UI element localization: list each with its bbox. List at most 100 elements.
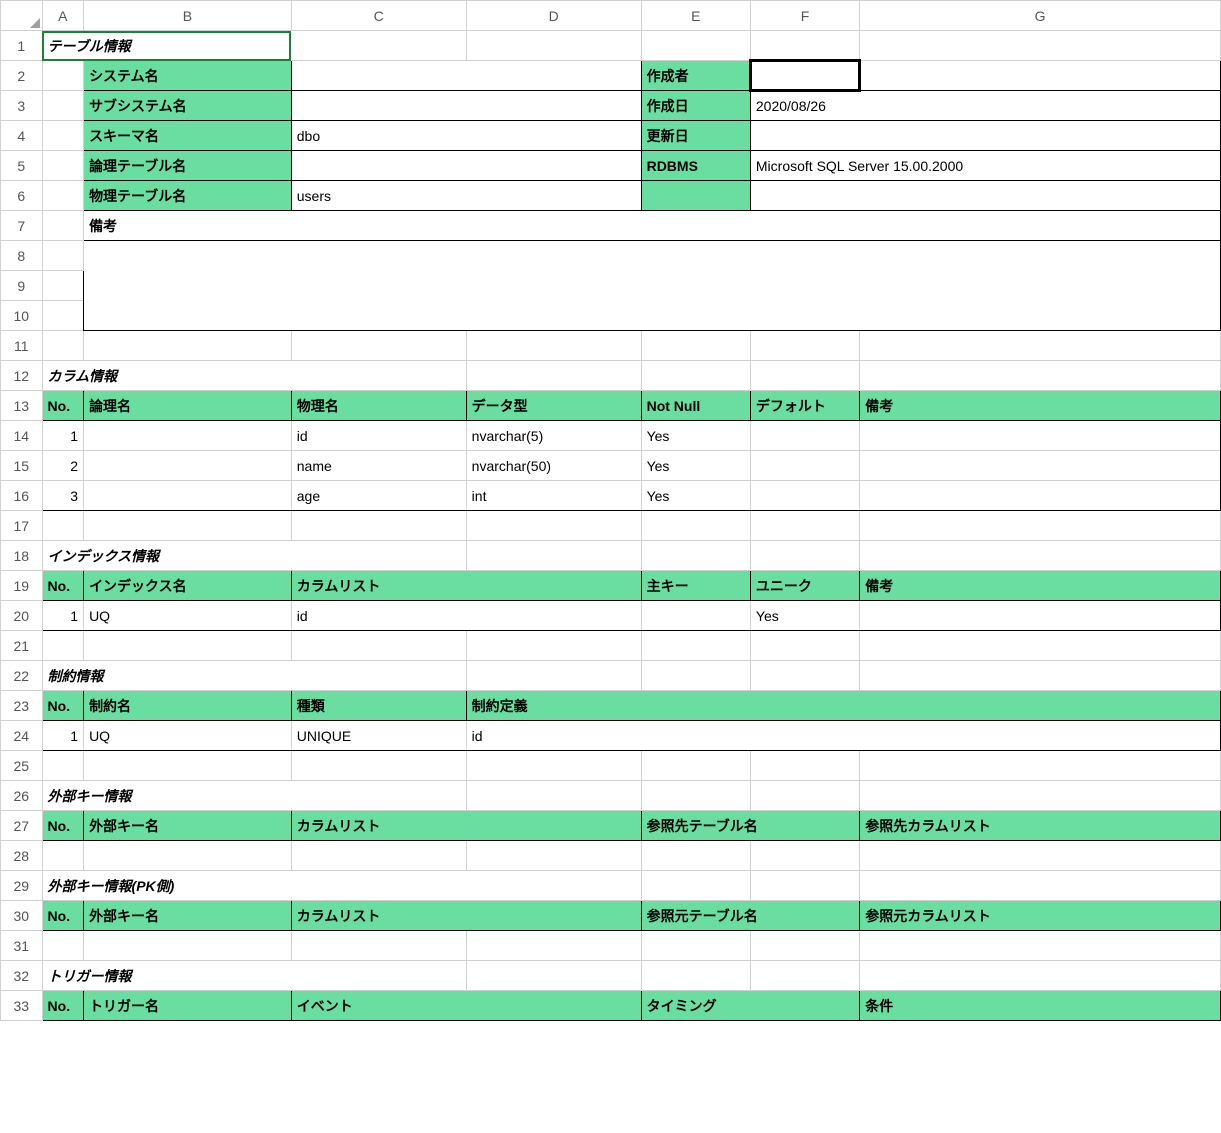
cell[interactable] bbox=[860, 541, 1221, 571]
cell[interactable] bbox=[84, 751, 292, 781]
cell[interactable] bbox=[860, 361, 1221, 391]
row-header[interactable]: 33 bbox=[1, 991, 43, 1021]
row-header[interactable]: 24 bbox=[1, 721, 43, 751]
idxheader-no[interactable]: No. bbox=[42, 571, 84, 601]
value-subsystem-name[interactable] bbox=[291, 91, 641, 121]
row-header[interactable]: 22 bbox=[1, 661, 43, 691]
col-row-no[interactable]: 2 bbox=[42, 451, 84, 481]
cell[interactable] bbox=[466, 541, 641, 571]
col-row-remarks[interactable] bbox=[860, 451, 1221, 481]
conheader-def[interactable]: 制約定義 bbox=[466, 691, 1220, 721]
col-row-datatype[interactable]: int bbox=[466, 481, 641, 511]
row-header[interactable]: 4 bbox=[1, 121, 43, 151]
fkpkheader-ref-table[interactable]: 参照元テーブル名 bbox=[641, 901, 860, 931]
fkpkheader-no[interactable]: No. bbox=[42, 901, 84, 931]
col-row-default[interactable] bbox=[750, 481, 859, 511]
select-all-corner[interactable] bbox=[1, 1, 43, 31]
label-subsystem-name[interactable]: サブシステム名 bbox=[84, 91, 292, 121]
col-row-logical[interactable] bbox=[84, 421, 292, 451]
cell[interactable] bbox=[42, 271, 84, 301]
cell[interactable] bbox=[641, 361, 750, 391]
col-header-A[interactable]: A bbox=[42, 1, 84, 31]
fkheader-cols[interactable]: カラムリスト bbox=[291, 811, 641, 841]
colheader-remarks[interactable]: 備考 bbox=[860, 391, 1221, 421]
row-header[interactable]: 26 bbox=[1, 781, 43, 811]
cell[interactable] bbox=[466, 331, 641, 361]
row-header[interactable]: 10 bbox=[1, 301, 43, 331]
col-row-notnull[interactable]: Yes bbox=[641, 421, 750, 451]
label-schema-name[interactable]: スキーマ名 bbox=[84, 121, 292, 151]
cell[interactable] bbox=[42, 61, 84, 91]
row-header[interactable]: 18 bbox=[1, 541, 43, 571]
label-created[interactable]: 作成日 bbox=[641, 91, 750, 121]
row-header[interactable]: 32 bbox=[1, 961, 43, 991]
col-row-logical[interactable] bbox=[84, 451, 292, 481]
cell[interactable] bbox=[466, 361, 641, 391]
row-header[interactable]: 30 bbox=[1, 901, 43, 931]
cell[interactable] bbox=[641, 841, 750, 871]
col-row-datatype[interactable]: nvarchar(50) bbox=[466, 451, 641, 481]
section-title-fk-info[interactable]: 外部キー情報 bbox=[42, 781, 291, 811]
cell[interactable] bbox=[291, 751, 466, 781]
cell[interactable] bbox=[466, 631, 641, 661]
cell[interactable] bbox=[84, 511, 292, 541]
idx-pk[interactable] bbox=[641, 601, 750, 631]
cell[interactable] bbox=[750, 31, 859, 61]
row-header[interactable]: 2 bbox=[1, 61, 43, 91]
row-header[interactable]: 23 bbox=[1, 691, 43, 721]
idxheader-pk[interactable]: 主キー bbox=[641, 571, 750, 601]
cell[interactable] bbox=[860, 751, 1221, 781]
colheader-default[interactable]: デフォルト bbox=[750, 391, 859, 421]
trgheader-cond[interactable]: 条件 bbox=[860, 991, 1221, 1021]
label-system-name[interactable]: システム名 bbox=[84, 61, 292, 91]
cell[interactable] bbox=[291, 931, 466, 961]
row-header[interactable]: 8 bbox=[1, 241, 43, 271]
col-header-F[interactable]: F bbox=[750, 1, 859, 31]
fkpkheader-name[interactable]: 外部キー名 bbox=[84, 901, 292, 931]
cell[interactable] bbox=[291, 331, 466, 361]
col-row-notnull[interactable]: Yes bbox=[641, 451, 750, 481]
idx-name[interactable]: UQ bbox=[84, 601, 292, 631]
row-header[interactable]: 15 bbox=[1, 451, 43, 481]
cell[interactable] bbox=[42, 121, 84, 151]
col-row-physical[interactable]: name bbox=[291, 451, 466, 481]
idx-uq[interactable]: Yes bbox=[750, 601, 859, 631]
row-header[interactable]: 11 bbox=[1, 331, 43, 361]
row-header[interactable]: 14 bbox=[1, 421, 43, 451]
cell[interactable] bbox=[750, 961, 859, 991]
row-header[interactable]: 27 bbox=[1, 811, 43, 841]
cell[interactable] bbox=[466, 841, 641, 871]
cell[interactable] bbox=[42, 91, 84, 121]
row-header[interactable]: 7 bbox=[1, 211, 43, 241]
cell[interactable] bbox=[641, 751, 750, 781]
row-header[interactable]: 6 bbox=[1, 181, 43, 211]
row-header[interactable]: 3 bbox=[1, 91, 43, 121]
cell[interactable] bbox=[860, 841, 1221, 871]
cell[interactable] bbox=[860, 61, 1221, 91]
label-rdbms[interactable]: RDBMS bbox=[641, 151, 750, 181]
value-rdbms[interactable]: Microsoft SQL Server 15.00.2000 bbox=[750, 151, 1220, 181]
col-row-remarks[interactable] bbox=[860, 421, 1221, 451]
colheader-no[interactable]: No. bbox=[42, 391, 84, 421]
cell[interactable] bbox=[860, 871, 1221, 901]
cell[interactable] bbox=[291, 361, 466, 391]
col-header-B[interactable]: B bbox=[84, 1, 292, 31]
cell[interactable] bbox=[291, 661, 466, 691]
col-header-E[interactable]: E bbox=[641, 1, 750, 31]
cell[interactable] bbox=[291, 511, 466, 541]
cell[interactable] bbox=[291, 781, 466, 811]
col-row-remarks[interactable] bbox=[860, 481, 1221, 511]
fkheader-ref-table[interactable]: 参照先テーブル名 bbox=[641, 811, 860, 841]
cell[interactable] bbox=[466, 871, 641, 901]
idx-no[interactable]: 1 bbox=[42, 601, 84, 631]
cell[interactable] bbox=[42, 301, 84, 331]
cell[interactable] bbox=[860, 631, 1221, 661]
row-header[interactable]: 20 bbox=[1, 601, 43, 631]
label-logical-table-name[interactable]: 論理テーブル名 bbox=[84, 151, 292, 181]
cell[interactable] bbox=[641, 541, 750, 571]
cell[interactable] bbox=[750, 751, 859, 781]
section-title-column-info[interactable]: カラム情報 bbox=[42, 361, 291, 391]
col-row-no[interactable]: 3 bbox=[42, 481, 84, 511]
cell[interactable] bbox=[860, 31, 1221, 61]
cell[interactable] bbox=[466, 961, 641, 991]
